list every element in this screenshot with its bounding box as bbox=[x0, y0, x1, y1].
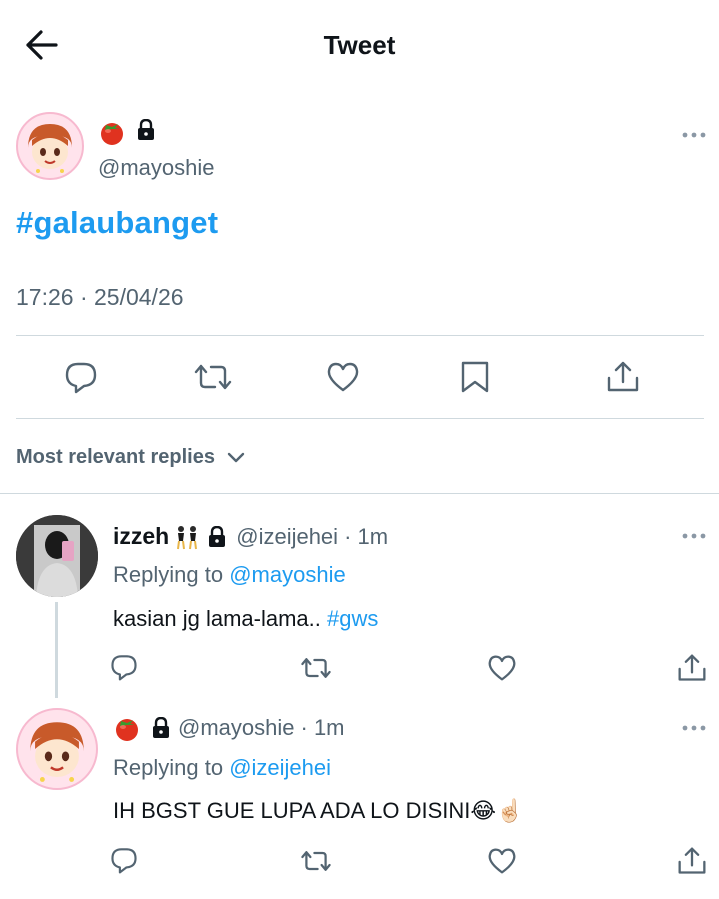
divider bbox=[0, 493, 719, 494]
reply-icon[interactable] bbox=[109, 846, 139, 874]
reply-handle[interactable]: @mayoshie bbox=[178, 715, 295, 741]
divider bbox=[16, 335, 704, 336]
bookmark-icon[interactable] bbox=[460, 360, 490, 394]
tweet-timestamp[interactable]: 17:26 · 25/04/26 bbox=[16, 284, 184, 311]
replies-sort-label: Most relevant replies bbox=[16, 446, 215, 468]
reply-handle[interactable]: @izeijehei bbox=[236, 524, 338, 550]
replying-prefix: Replying to bbox=[113, 755, 224, 780]
thread-line bbox=[55, 602, 58, 698]
more-options-icon[interactable] bbox=[681, 531, 707, 541]
like-icon[interactable] bbox=[326, 361, 360, 393]
share-icon[interactable] bbox=[606, 360, 640, 394]
replying-to: Replying to @izeijehei bbox=[113, 755, 331, 781]
tomato-emoji-icon bbox=[97, 118, 127, 146]
emoji-laugh-point: 😂☝🏻 bbox=[470, 798, 524, 823]
dancers-emoji-icon bbox=[174, 524, 200, 550]
replying-to: Replying to @mayoshie bbox=[113, 562, 346, 588]
reply-time: · 1m bbox=[300, 715, 345, 740]
more-options-icon[interactable] bbox=[681, 723, 707, 733]
page-title: Tweet bbox=[323, 30, 396, 60]
reply-time: · 1m bbox=[344, 523, 389, 549]
lock-icon bbox=[208, 525, 226, 548]
lock-icon bbox=[152, 717, 170, 739]
reply-header: izzeh @izeijehei · 1m bbox=[113, 523, 388, 550]
reply-text: kasian jg lama-lama.. #gws bbox=[113, 606, 378, 632]
replying-to-handle[interactable]: @mayoshie bbox=[229, 562, 346, 587]
reply-hashtag[interactable]: #gws bbox=[327, 606, 378, 631]
retweet-icon[interactable] bbox=[300, 656, 332, 680]
like-icon[interactable] bbox=[487, 654, 517, 682]
reply-body: IH BGST GUE LUPA ADA LO DISINI bbox=[113, 798, 471, 823]
avatar[interactable] bbox=[16, 112, 84, 180]
tweet-handle[interactable]: @mayoshie bbox=[98, 155, 215, 181]
chevron-down-icon bbox=[227, 452, 245, 464]
tomato-emoji-icon bbox=[112, 714, 142, 742]
avatar[interactable] bbox=[16, 515, 98, 597]
replying-to-handle[interactable]: @izeijehei bbox=[229, 755, 331, 780]
share-icon[interactable] bbox=[677, 846, 707, 876]
reply-body: kasian jg lama-lama.. bbox=[113, 606, 327, 631]
replies-sort-dropdown[interactable]: Most relevant replies bbox=[16, 446, 245, 469]
like-icon[interactable] bbox=[487, 847, 517, 875]
reply-icon[interactable] bbox=[109, 653, 139, 681]
reply-text: IH BGST GUE LUPA ADA LO DISINI😂☝🏻 bbox=[113, 798, 524, 824]
lock-icon bbox=[137, 119, 155, 141]
replying-prefix: Replying to bbox=[113, 562, 224, 587]
divider bbox=[16, 418, 704, 419]
retweet-icon[interactable] bbox=[300, 849, 332, 873]
reply-header: @mayoshie · 1m bbox=[112, 714, 345, 742]
tweet-hashtag[interactable]: #galaubanget bbox=[16, 205, 218, 241]
reply-icon[interactable] bbox=[64, 360, 98, 394]
share-icon[interactable] bbox=[677, 653, 707, 683]
avatar[interactable] bbox=[16, 708, 98, 790]
more-options-icon[interactable] bbox=[681, 130, 707, 140]
reply-author-name[interactable]: izzeh bbox=[113, 523, 169, 550]
retweet-icon[interactable] bbox=[193, 362, 233, 392]
